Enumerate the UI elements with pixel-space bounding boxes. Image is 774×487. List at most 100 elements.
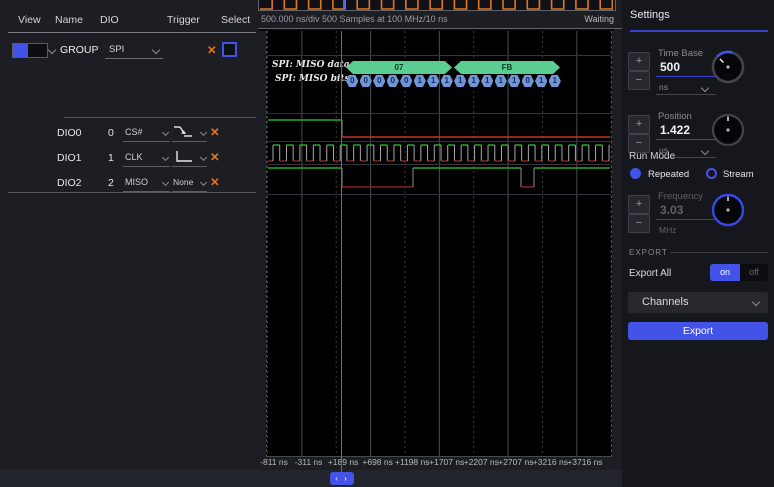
timebase-value[interactable]: 500 [660,60,680,74]
position-value-underline [656,139,716,140]
time-axis-label: +1198 ns [395,457,430,467]
repeated-label: Repeated [648,169,689,180]
export-button[interactable]: Export [628,322,768,340]
position-value[interactable]: 1.422 [660,123,690,137]
remove-channel-icon[interactable]: ✕ [210,125,220,139]
chevron-down-icon [701,147,709,155]
export-all-label: Export All [629,268,671,279]
position-knob[interactable] [710,112,746,148]
timebase-knob[interactable] [710,49,746,85]
bottom-scroll-bar: ‹ › [0,470,622,487]
signal-value: MISO [125,177,148,187]
signal-value: CLK [125,152,143,162]
stream-label: Stream [723,169,754,180]
export-section-heading: EXPORT [629,248,668,257]
chevron-down-icon [162,154,169,161]
trigger-dropdown[interactable] [172,123,207,142]
time-axis-label: +2707 ns [498,457,533,467]
protocol-dropdown[interactable]: SPI [105,41,163,59]
channels-dropdown-value: Channels [642,296,688,308]
time-axis-label: -811 ns [260,457,288,467]
export-divider [670,252,768,253]
chevron-down-icon [200,154,207,161]
time-axis-label: +2207 ns [464,457,499,467]
signal-dropdown[interactable]: CS# [123,123,170,142]
export-all-toggle[interactable]: on off [710,264,768,281]
toggle-on[interactable]: on [710,264,740,281]
channel-table: View Name DIO Trigger Select GROUP SPI ✕… [0,0,258,470]
frequency-value[interactable]: 3.03 [660,203,683,217]
col-view: View [18,14,41,26]
trigger-cursor[interactable] [341,31,342,473]
frequency-increment-button[interactable]: + [628,195,650,214]
rows-bottom-divider [8,192,256,193]
remove-channel-icon[interactable]: ✕ [210,175,220,189]
status-bar: 500.000 ns/div 500 Samples at 100 MHz/10… [258,11,622,29]
chevron-down-icon [162,179,169,186]
trigger-dropdown[interactable] [172,148,207,167]
time-axis: -811 ns -311 ns +189 ns+698 ns+1198 ns+170… [258,457,622,470]
col-name: Name [55,14,83,26]
decode-bits-label: SPI: MISO bits [275,74,350,84]
signal-dropdown[interactable]: CLK [123,148,170,167]
position-nav-button[interactable]: ‹ › [330,472,354,485]
repeated-radio[interactable] [630,168,641,179]
frequency-label: Frequency [658,191,703,202]
col-select: Select [221,14,250,26]
frequency-knob[interactable] [710,192,746,228]
remove-group-icon[interactable]: ✕ [207,43,217,57]
timebase-unit[interactable]: ns [659,82,668,92]
time-axis-label: +698 ns [362,457,393,467]
channel-name: DIO0 [57,127,82,139]
group-select-checkbox[interactable] [222,42,237,57]
timebase-decrement-button[interactable]: − [628,71,650,90]
decode-data-label: SPI: MISO data [272,60,350,70]
trigger-none-value: None [173,177,193,187]
chevron-down-icon [752,298,760,306]
channel-row: DIO11CLK✕ [0,145,258,170]
settings-title-underline [630,30,768,32]
frequency-unit: MHz [659,225,676,235]
channel-row: DIO0 0 CS# ✕ [0,120,258,145]
preview-waveform [259,0,613,10]
decode-byte-value: FB [454,61,560,74]
rows-top-divider [64,117,256,118]
buffer-preview-strip[interactable] [258,0,616,11]
channels-dropdown[interactable]: Channels [628,292,768,313]
time-axis-label: +189 ns [328,457,359,467]
acquisition-state: Waiting [584,14,614,24]
chevron-down-icon[interactable] [48,46,56,54]
waveform-traces [267,31,611,456]
channel-rows: DIO00CS#✕DIO11CLK✕DIO22MISONone✕ [0,120,258,195]
stream-radio[interactable] [706,168,717,179]
frequency-value-underline [656,219,716,220]
channel-name: DIO2 [57,177,82,189]
color-fill [13,44,28,57]
group-color-swatch[interactable] [12,43,48,58]
settings-panel: Settings + − Time Base 500 ns + − Positi… [622,0,774,487]
time-axis-label: +3216 ns [533,457,568,467]
col-trigger: Trigger [167,14,200,26]
channel-dio-index: 0 [108,127,114,139]
channel-dio-index: 2 [108,177,114,189]
frequency-decrement-button[interactable]: − [628,214,650,233]
decode-byte-value: 07 [346,61,452,74]
chevron-down-icon [200,129,207,136]
time-axis-label: +1707 ns [429,457,464,467]
remove-channel-icon[interactable]: ✕ [210,150,220,164]
signal-dropdown[interactable]: MISO [123,173,170,192]
trigger-dropdown[interactable]: None [172,173,207,192]
timebase-value-underline [656,76,716,77]
waveform-plot[interactable]: SPI: MISO data SPI: MISO bits 07FB 00000… [266,31,612,457]
group-name: GROUP [60,44,99,56]
acquisition-view: 500.000 ns/div 500 Samples at 100 MHz/10… [258,0,622,470]
run-mode-label: Run Mode [629,151,675,162]
toggle-off[interactable]: off [740,264,768,281]
position-increment-button[interactable]: + [628,115,650,134]
time-axis-label: -311 ns [295,457,323,467]
time-axis-label: +3716 ns [567,457,602,467]
protocol-value: SPI [109,44,124,55]
timebase-increment-button[interactable]: + [628,52,650,71]
timebase-unit-underline [656,94,716,95]
timebase-label: Time Base [658,48,703,59]
